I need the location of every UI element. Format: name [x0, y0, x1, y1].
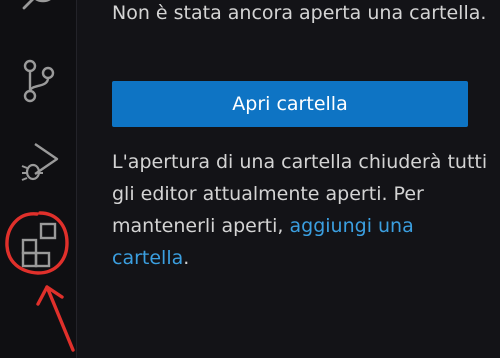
- annotation-arrow: [36, 285, 75, 352]
- annotation-overlay: [5, 211, 75, 352]
- annotation-circle: [5, 211, 69, 275]
